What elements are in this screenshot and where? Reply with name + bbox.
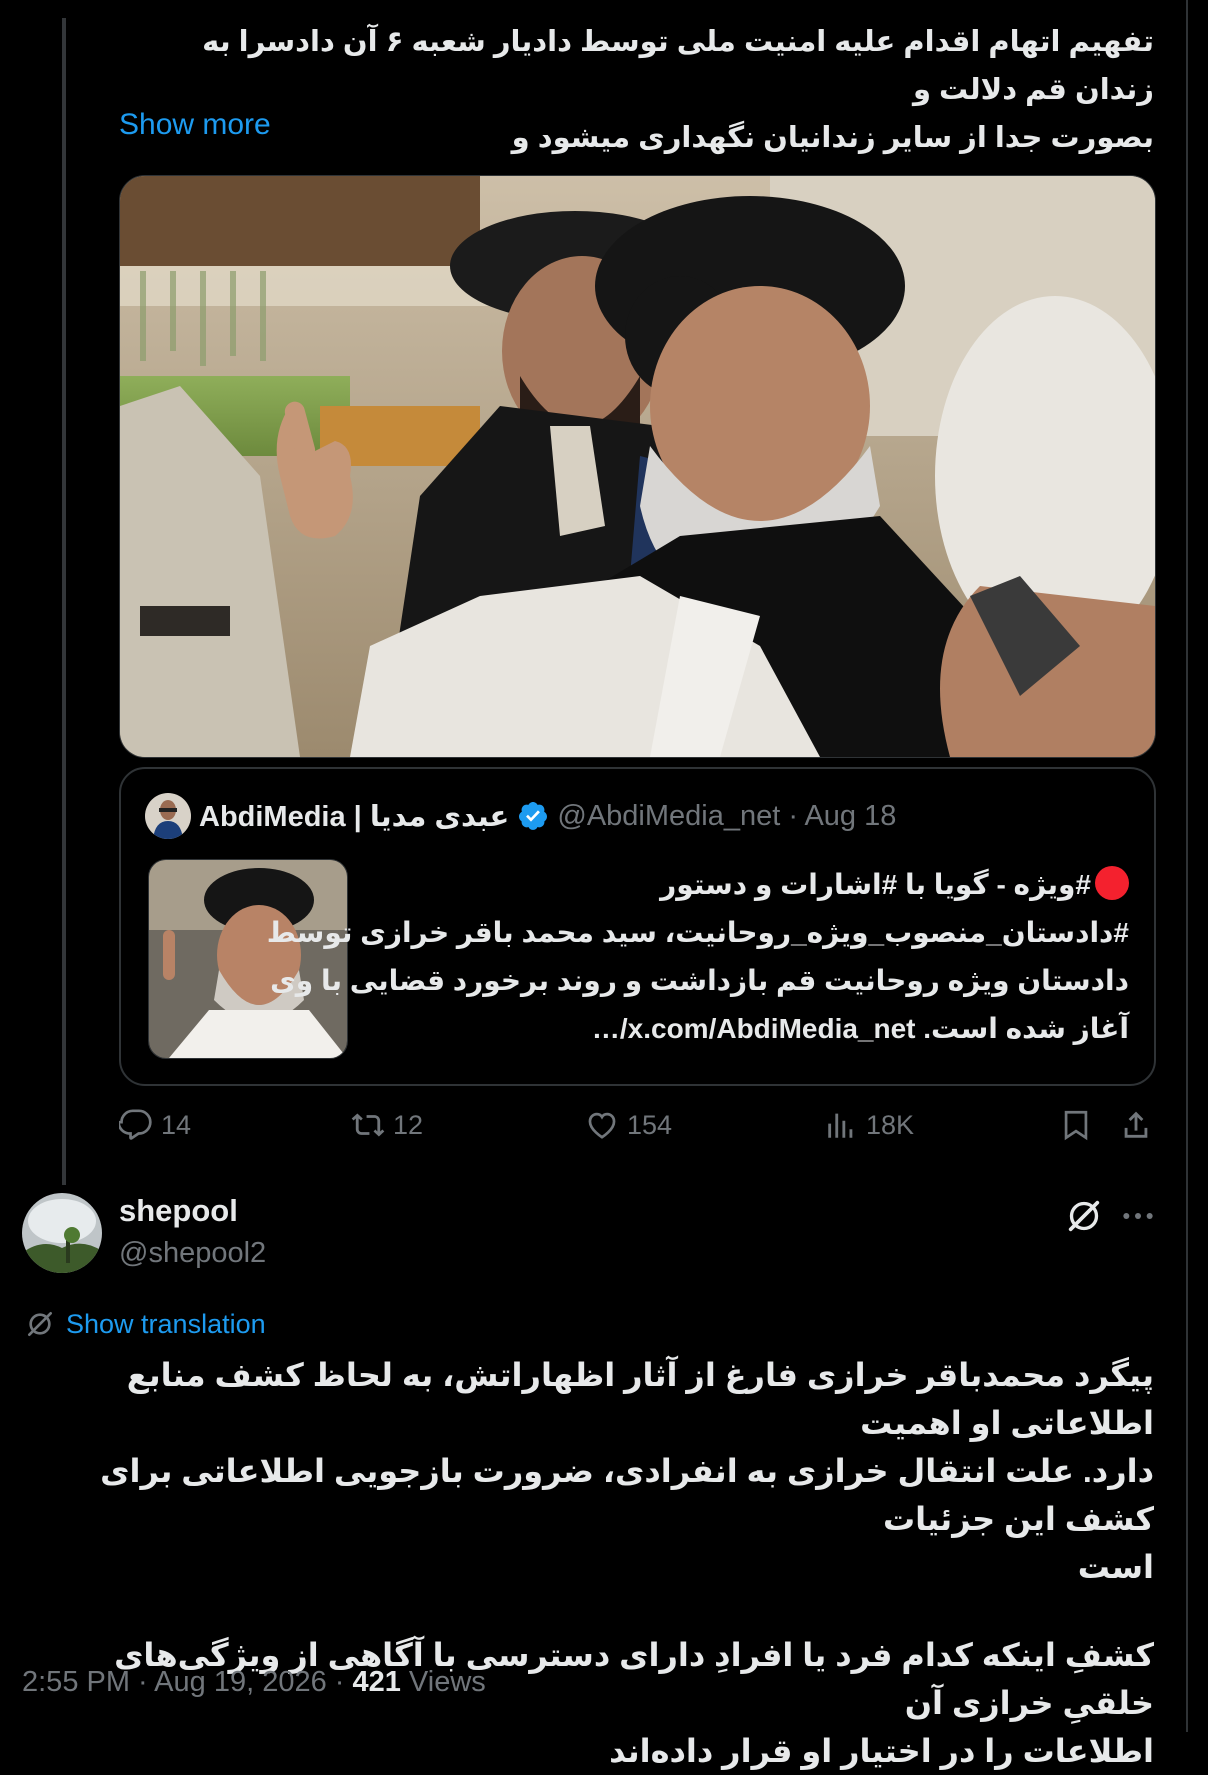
show-more-link[interactable]: Show more bbox=[119, 108, 271, 142]
bookmark-button[interactable] bbox=[1059, 1108, 1093, 1142]
quoted-post-line: دادستان ویژه روحانیت قم بازداشت و روند ب… bbox=[270, 965, 1129, 996]
parent-post-text: تفهیم اتهام اقدام علیه امنیت ملی توسط دا… bbox=[120, 18, 1154, 162]
reply-text-line: است bbox=[1077, 1549, 1154, 1585]
analytics-icon bbox=[828, 1113, 853, 1138]
translate-icon bbox=[28, 1312, 52, 1336]
quoted-post-line: #ویژه - گویا با #اشارات و دستور bbox=[371, 861, 1129, 909]
reply-text-line: پیگرد محمدباقر خرازی فارغ از آثار اظهارا… bbox=[126, 1357, 1154, 1441]
quoted-post-text: #ویژه - گویا با #اشارات و دستور #دادستان… bbox=[266, 861, 1129, 1053]
reply-text-line: اطلاعات را در اختیار او قرار داده‌اند bbox=[609, 1733, 1154, 1769]
reply-post-text: پیگرد محمدباقر خرازی فارغ از آثار اظهارا… bbox=[40, 1351, 1154, 1775]
views-button[interactable]: 18K bbox=[824, 1108, 914, 1142]
reply-count: 14 bbox=[161, 1109, 192, 1140]
bookmark-icon bbox=[1064, 1110, 1088, 1141]
quoted-post-card[interactable]: AbdiMedia | عبدی مدیا @AbdiMedia_net · A… bbox=[119, 767, 1156, 1086]
reply-button[interactable]: 14 bbox=[119, 1108, 191, 1142]
verified-badge-icon bbox=[519, 802, 548, 830]
reply-icon bbox=[119, 1109, 152, 1140]
repost-count: 12 bbox=[393, 1109, 424, 1140]
post-photo[interactable] bbox=[119, 175, 1156, 758]
post-timestamp-views: 2:55 PM · Aug 19, 2026 · 421 Views bbox=[22, 1666, 486, 1699]
thread-connector-line bbox=[62, 18, 66, 1185]
post-timestamp[interactable]: 2:55 PM · Aug 19, 2026 · bbox=[22, 1666, 352, 1698]
show-translation-link[interactable]: Show translation bbox=[24, 1308, 266, 1340]
quoted-author-avatar[interactable] bbox=[145, 793, 191, 839]
repost-button[interactable]: 12 bbox=[351, 1108, 423, 1142]
quoted-post-line: #دادستان_منصوب_ویژه_روحانیت، سید محمد با… bbox=[266, 917, 1129, 948]
timeline-border bbox=[1186, 0, 1188, 1732]
share-button[interactable] bbox=[1119, 1108, 1153, 1142]
like-button[interactable]: 154 bbox=[585, 1108, 672, 1142]
post-views-label: Views bbox=[400, 1666, 486, 1698]
red-circle-emoji bbox=[1095, 866, 1129, 900]
quoted-author-name[interactable]: AbdiMedia | عبدی مدیا bbox=[199, 799, 509, 834]
reply-author-handle[interactable]: @shepool2 bbox=[119, 1237, 266, 1270]
parent-post-line: تفهیم اتهام اقدام علیه امنیت ملی توسط دا… bbox=[202, 26, 1154, 106]
reply-author-avatar[interactable] bbox=[22, 1193, 102, 1273]
grok-icon[interactable] bbox=[1064, 1196, 1104, 1236]
repost-icon bbox=[351, 1113, 385, 1137]
like-count: 154 bbox=[627, 1109, 673, 1140]
quoted-handle-date[interactable]: @AbdiMedia_net · Aug 18 bbox=[557, 800, 896, 833]
post-views-count: 421 bbox=[352, 1666, 401, 1698]
parent-post-line: بصورت جدا از سایر زندانیان نگهداری میشود… bbox=[511, 122, 1154, 154]
reply-author-name[interactable]: shepool bbox=[119, 1193, 238, 1229]
quoted-post-line: آغاز شده است. x.com/AbdiMedia_net/… bbox=[591, 1013, 1129, 1044]
quoted-post-line-text: #ویژه - گویا با #اشارات و دستور bbox=[660, 869, 1091, 900]
post-action-bar: 14 12 154 18K bbox=[119, 1108, 1159, 1148]
share-icon bbox=[1124, 1111, 1148, 1138]
heart-icon bbox=[588, 1112, 616, 1139]
show-translation-label: Show translation bbox=[66, 1308, 266, 1339]
views-count: 18K bbox=[866, 1109, 915, 1140]
quoted-post-header: AbdiMedia | عبدی مدیا @AbdiMedia_net · A… bbox=[145, 793, 896, 839]
reply-text-line: دارد. علت انتقال خرازی به انفرادی، ضرورت… bbox=[100, 1453, 1154, 1537]
more-options-icon[interactable] bbox=[1118, 1196, 1158, 1236]
